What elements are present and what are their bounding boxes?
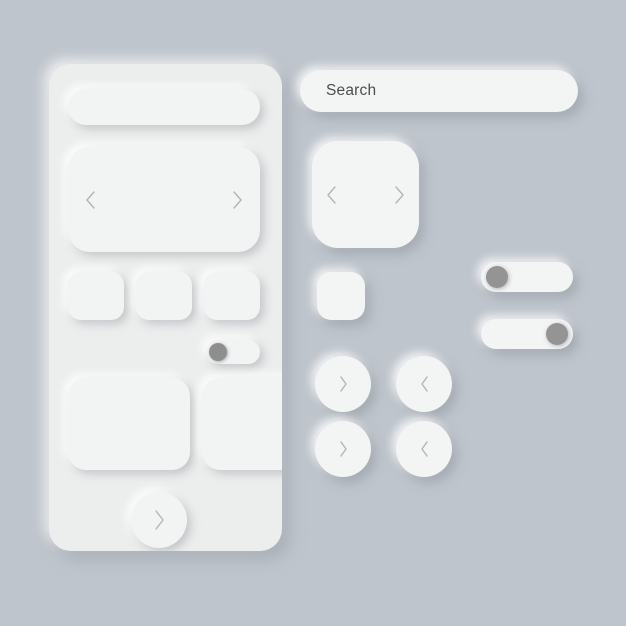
phone-toggle-switch[interactable]	[206, 340, 260, 364]
phone-mockup	[49, 64, 282, 551]
ui-kit-canvas: Search	[0, 0, 626, 626]
circle-button-next-bottom-left[interactable]	[315, 421, 371, 477]
square-carousel-card	[312, 141, 419, 248]
chevron-left-icon[interactable]	[323, 184, 339, 206]
chevron-right-icon	[151, 508, 168, 532]
phone-tile-2[interactable]	[136, 272, 192, 320]
phone-search-input[interactable]	[68, 89, 260, 125]
chevron-left-icon	[418, 440, 431, 458]
phone-toggle-knob[interactable]	[209, 343, 227, 361]
chevron-right-icon	[337, 440, 350, 458]
phone-tile-1[interactable]	[68, 272, 124, 320]
phone-tile-3[interactable]	[204, 272, 260, 320]
phone-carousel-card	[68, 147, 260, 252]
search-placeholder-label: Search	[326, 82, 377, 99]
search-input[interactable]: Search	[300, 70, 578, 112]
toggle-switch-off[interactable]	[481, 262, 573, 292]
phone-tile-row	[68, 272, 260, 320]
phone-content-card-1[interactable]	[68, 378, 190, 470]
toggle-knob[interactable]	[546, 323, 568, 345]
chevron-right-icon[interactable]	[230, 189, 246, 211]
small-square-button[interactable]	[317, 272, 365, 320]
phone-next-button[interactable]	[131, 492, 187, 548]
chevron-right-icon	[337, 375, 350, 393]
toggle-switch-on[interactable]	[481, 319, 573, 349]
circle-button-next-top-left[interactable]	[315, 356, 371, 412]
chevron-right-icon[interactable]	[392, 184, 408, 206]
circle-button-prev-top-right[interactable]	[396, 356, 452, 412]
phone-content-card-2[interactable]	[202, 378, 282, 470]
chevron-left-icon	[418, 375, 431, 393]
circle-button-prev-bottom-right[interactable]	[396, 421, 452, 477]
chevron-left-icon[interactable]	[82, 189, 98, 211]
toggle-knob[interactable]	[486, 266, 508, 288]
